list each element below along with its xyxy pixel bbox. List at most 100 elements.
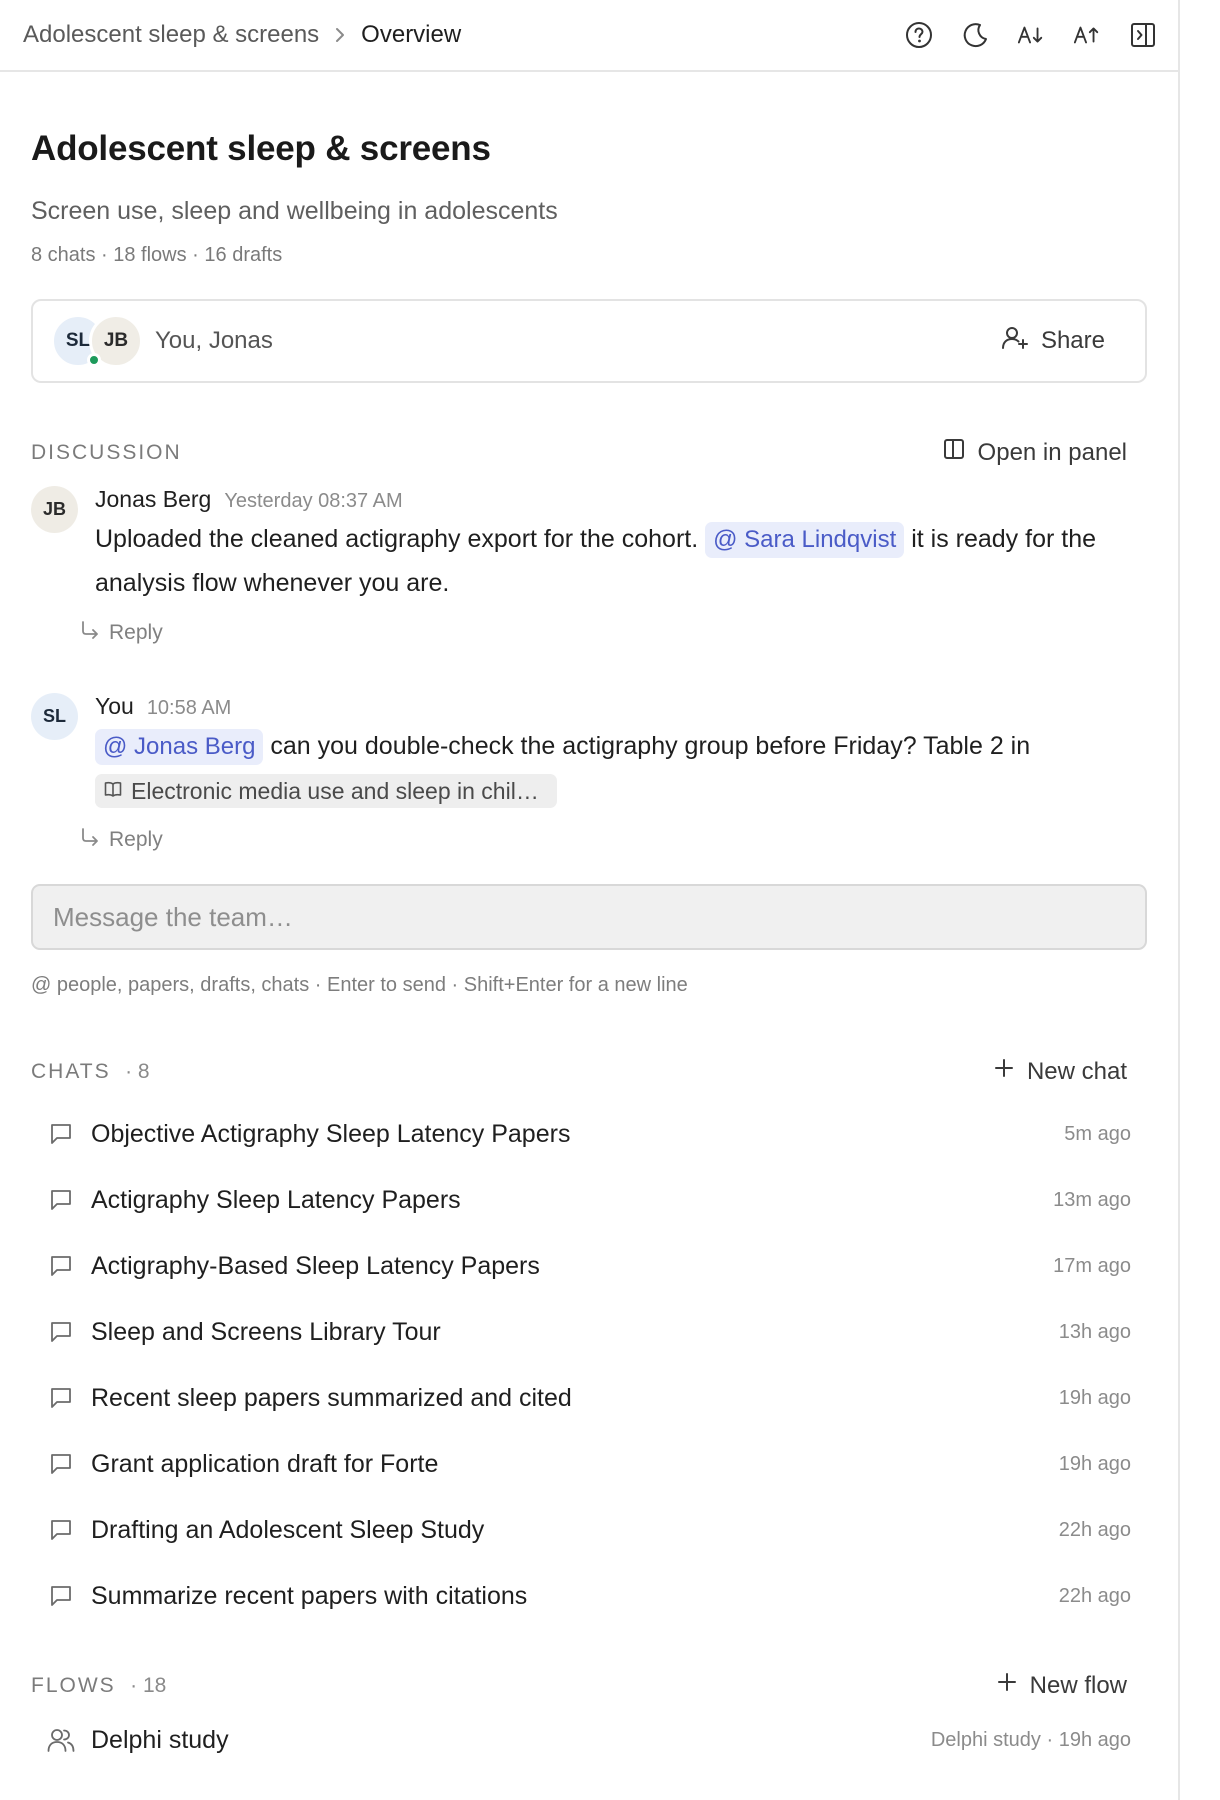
list-item-title: Sleep and Screens Library Tour — [91, 1317, 441, 1346]
topbar-actions — [905, 21, 1157, 49]
list-item-title: Drafting an Adolescent Sleep Study — [91, 1515, 485, 1544]
flow-list: Delphi study Delphi study · 19h ago — [31, 1707, 1147, 1773]
users-icon — [47, 1726, 75, 1754]
discussion-message: SL You 10:58 AM @ Jonas Berg can you dou… — [31, 693, 1147, 854]
open-in-panel-label: Open in panel — [977, 438, 1127, 466]
list-item-title: Actigraphy Sleep Latency Papers — [91, 1185, 461, 1214]
list-item-time: 17m ago — [1053, 1254, 1131, 1277]
breadcrumb-current: Overview — [361, 21, 462, 48]
avatar: SL — [31, 693, 78, 740]
chevron-right-icon — [333, 25, 347, 45]
paper-reference-chip[interactable]: Electronic media use and sleep in chil… — [95, 774, 557, 809]
message-composer[interactable] — [31, 884, 1147, 950]
list-item[interactable]: Delphi study Delphi study · 19h ago — [31, 1707, 1147, 1773]
list-item-time: 22h ago — [1058, 1584, 1131, 1607]
flows-label: FLOWS — [31, 1673, 116, 1697]
breadcrumb-parent[interactable]: Adolescent sleep & screens — [23, 21, 319, 49]
panel-right-icon[interactable] — [1129, 21, 1157, 49]
chats-label: CHATS — [31, 1059, 111, 1083]
reply-button[interactable]: Reply — [79, 826, 163, 854]
book-open-icon — [103, 769, 123, 813]
new-flow-button[interactable]: New flow — [996, 1671, 1127, 1700]
message-time: 10:58 AM — [146, 697, 232, 719]
message-meta: You 10:58 AM — [95, 693, 1147, 720]
plus-icon — [993, 1057, 1015, 1086]
project-stats: 8 chats · 18 flows · 16 drafts — [31, 244, 283, 266]
list-item-title: Objective Actigraphy Sleep Latency Paper… — [91, 1119, 571, 1148]
message-text: Uploaded the cleaned actigraphy export f… — [95, 525, 699, 553]
moon-icon[interactable] — [961, 21, 989, 49]
list-item-title: Actigraphy-Based Sleep Latency Papers — [91, 1251, 540, 1280]
flows-count: · 18 — [130, 1673, 167, 1697]
discussion-message: JB Jonas Berg Yesterday 08:37 AM Uploade… — [31, 486, 1147, 647]
list-item-time: 13m ago — [1053, 1188, 1131, 1211]
chat-bubble-icon — [47, 1450, 75, 1478]
page-title: Adolescent sleep & screens — [31, 129, 491, 168]
new-chat-button[interactable]: New chat — [993, 1057, 1127, 1086]
chat-bubble-icon — [47, 1516, 75, 1544]
list-item[interactable]: Recent sleep papers summarized and cited… — [31, 1365, 1147, 1431]
overview-content: Adolescent sleep & screens Screen use, s… — [31, 72, 1147, 1773]
new-flow-label: New flow — [1029, 1671, 1127, 1699]
new-chat-label: New chat — [1026, 1057, 1127, 1085]
list-item-title: Delphi study — [91, 1725, 229, 1754]
online-status-dot — [87, 353, 101, 367]
message-author: Jonas Berg — [95, 486, 212, 512]
chats-count: · 8 — [125, 1059, 150, 1083]
collaborator-names: You, Jonas — [155, 327, 273, 354]
list-item[interactable]: Actigraphy-Based Sleep Latency Papers 17m… — [31, 1233, 1147, 1299]
message-body: Uploaded the cleaned actigraphy export f… — [95, 517, 1147, 605]
list-item-title: Recent sleep papers summarized and cited — [91, 1383, 572, 1412]
share-button[interactable]: Share — [1001, 324, 1105, 359]
mention-chip[interactable]: @ Sara Lindqvist — [705, 522, 905, 558]
chat-bubble-icon — [47, 1582, 75, 1610]
chat-bubble-icon — [47, 1252, 75, 1280]
page-subtitle: Screen use, sleep and wellbeing in adole… — [31, 197, 558, 225]
list-item-time: 22h ago — [1058, 1518, 1131, 1541]
mention-chip[interactable]: @ Jonas Berg — [95, 729, 264, 765]
list-item-time: Delphi study · 19h ago — [930, 1728, 1131, 1751]
help-circle-icon[interactable] — [905, 21, 933, 49]
font-size-decrease-icon[interactable] — [1017, 21, 1045, 49]
message-body: @ Jonas Berg can you double-check the ac… — [95, 724, 1147, 812]
reply-button[interactable]: Reply — [79, 619, 163, 647]
paper-title: Electronic media use and sleep in chil… — [131, 778, 539, 805]
list-item-time: 5m ago — [1064, 1122, 1131, 1145]
collaborator-avatars: SL JB — [51, 313, 145, 369]
open-in-panel-button[interactable]: Open in panel — [942, 437, 1127, 468]
list-item-title: Grant application draft for Forte — [91, 1449, 439, 1478]
user-plus-icon — [1001, 324, 1029, 359]
flows-header: FLOWS · 18 New flow — [31, 1671, 1147, 1700]
list-item[interactable]: Summarize recent papers with citations 22… — [31, 1563, 1147, 1629]
list-item-time: 13h ago — [1058, 1320, 1131, 1343]
list-item-title: Summarize recent papers with citations — [91, 1581, 528, 1610]
message-author: You — [95, 693, 134, 719]
font-size-increase-icon[interactable] — [1073, 21, 1101, 49]
plus-icon — [996, 1671, 1018, 1700]
reply-arrow-icon — [79, 826, 101, 854]
avatar: JB — [31, 486, 78, 533]
list-item[interactable]: Grant application draft for Forte 19h ago — [31, 1431, 1147, 1497]
message-time: Yesterday 08:37 AM — [224, 490, 403, 512]
list-item-time: 19h ago — [1058, 1452, 1131, 1475]
reply-label: Reply — [109, 621, 163, 644]
discussion-label: DISCUSSION — [31, 440, 182, 464]
list-item[interactable]: Sleep and Screens Library Tour 13h ago — [31, 1299, 1147, 1365]
main-pane: Adolescent sleep & screens Overview Adol… — [0, 0, 1178, 1800]
chat-bubble-icon — [47, 1120, 75, 1148]
list-item-time: 19h ago — [1058, 1386, 1131, 1409]
list-item[interactable]: Objective Actigraphy Sleep Latency Paper… — [31, 1101, 1147, 1167]
list-item[interactable]: Drafting an Adolescent Sleep Study 22h ag… — [31, 1497, 1147, 1563]
panel-icon — [942, 437, 966, 468]
chats-header: CHATS · 8 New chat — [31, 1057, 1147, 1086]
reply-label: Reply — [109, 828, 163, 851]
share-label: Share — [1040, 327, 1105, 354]
message-input[interactable] — [53, 901, 1125, 933]
message-text: can you double-check the actigraphy grou… — [270, 732, 1031, 760]
discussion-header: DISCUSSION Open in panel — [31, 437, 1147, 468]
side-panel — [1178, 0, 1220, 1800]
chat-list: Objective Actigraphy Sleep Latency Paper… — [31, 1101, 1147, 1629]
composer-hint: @ people, papers, drafts, chats · Enter … — [31, 974, 688, 996]
top-bar: Adolescent sleep & screens Overview — [0, 0, 1178, 72]
list-item[interactable]: Actigraphy Sleep Latency Papers 13m ago — [31, 1167, 1147, 1233]
